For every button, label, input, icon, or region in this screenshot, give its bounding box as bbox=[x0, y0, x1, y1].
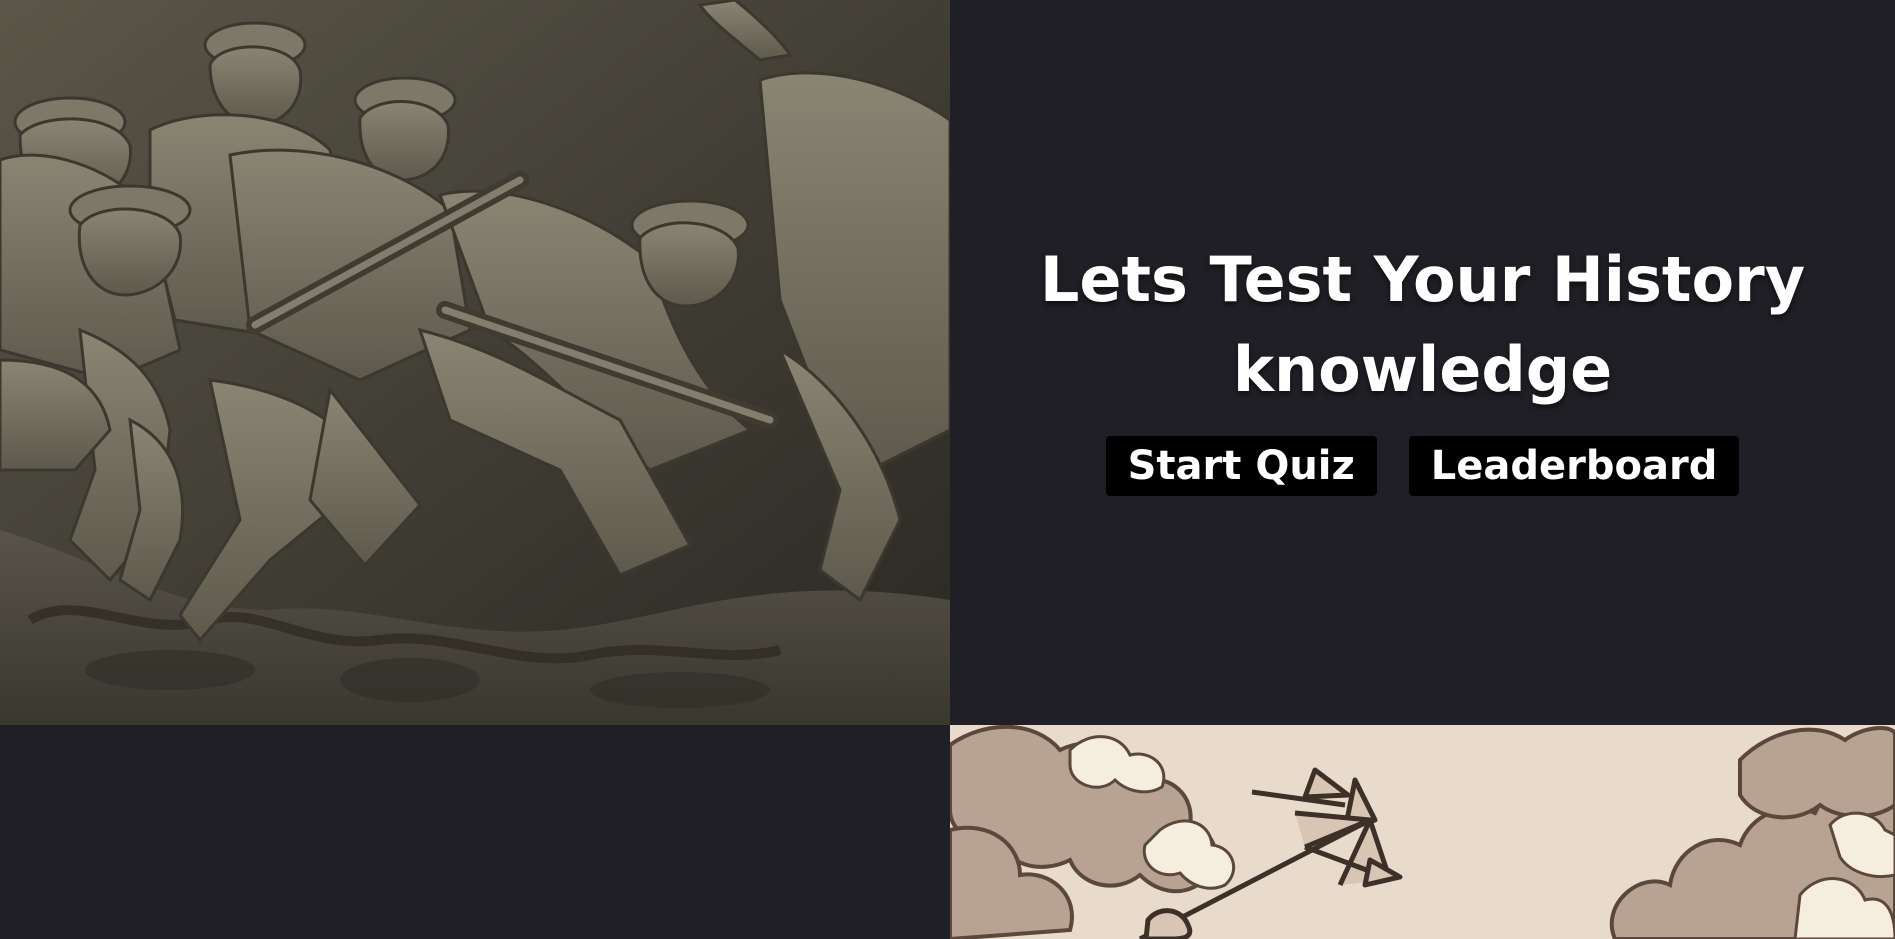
start-quiz-button[interactable]: Start Quiz bbox=[1105, 436, 1377, 496]
trident-cloud-illustration bbox=[950, 725, 1895, 939]
leaderboard-button[interactable]: Leaderboard bbox=[1408, 436, 1740, 496]
hero-panel: Lets Test Your History knowledge Start Q… bbox=[950, 0, 1895, 725]
soldier-relief-image bbox=[0, 0, 950, 725]
empty-footer-area bbox=[0, 725, 950, 939]
action-buttons: Start Quiz Leaderboard bbox=[950, 436, 1895, 496]
sculpture-illustration bbox=[0, 0, 950, 725]
page-title: Lets Test Your History knowledge bbox=[1039, 243, 1806, 406]
trident-icon bbox=[950, 725, 1895, 939]
quiz-home-page: Lets Test Your History knowledge Start Q… bbox=[0, 0, 1895, 939]
